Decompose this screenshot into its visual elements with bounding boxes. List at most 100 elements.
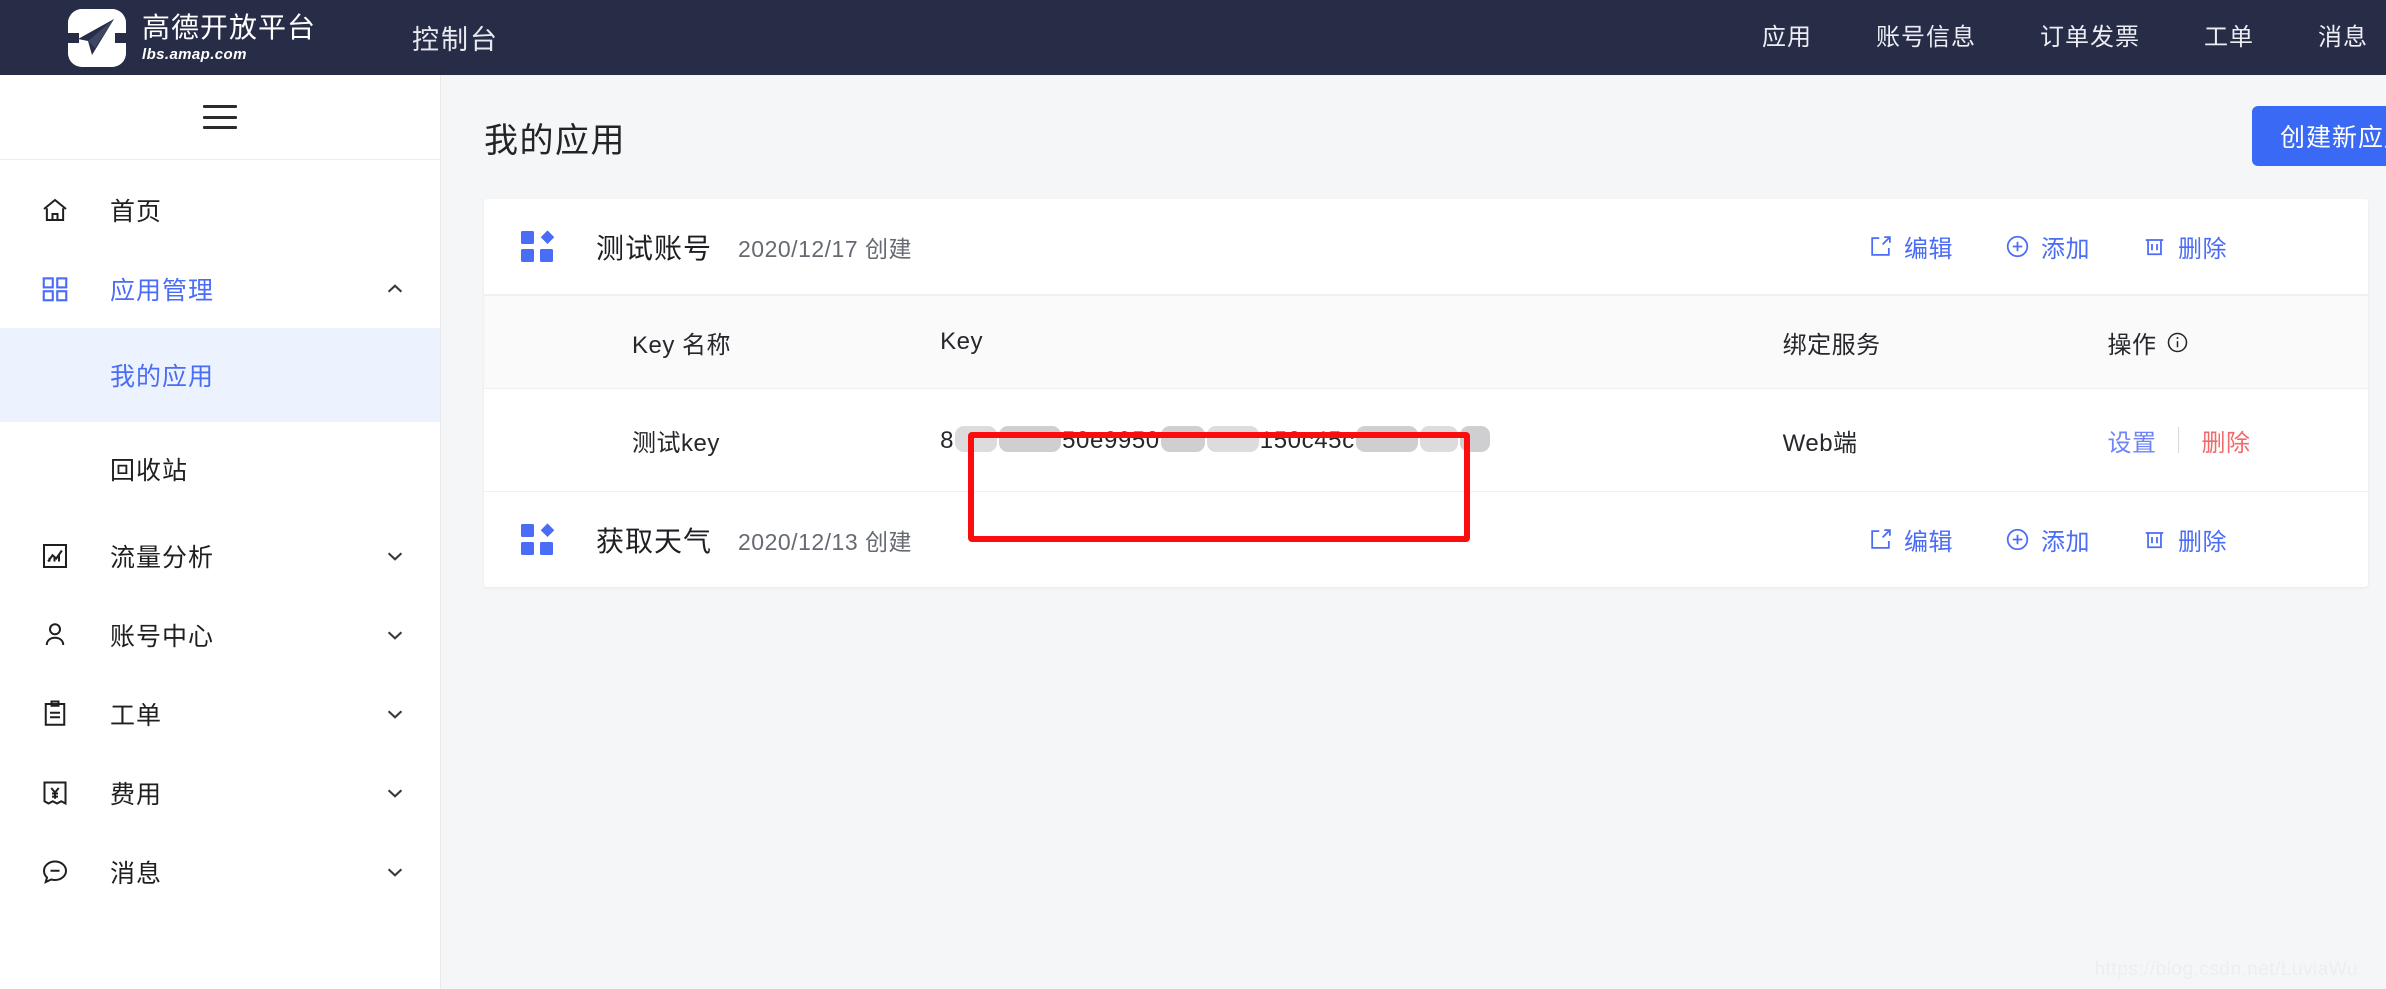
sidebar-item-my-apps[interactable]: 我的应用 (0, 328, 440, 422)
home-icon (38, 193, 72, 227)
key-name-value: 测试key (632, 429, 720, 457)
column-label: Key 名称 (632, 331, 732, 359)
app-row[interactable]: 获取天气 2020/12/13 创建 编辑 添加 删除 (484, 491, 2368, 587)
app-created-date: 2020/12/13 创建 (738, 528, 913, 555)
column-label-wrapper: 操作 (2107, 325, 2368, 360)
no-arrow (384, 199, 406, 221)
page-title: 我的应用 (484, 121, 626, 160)
brand-text: 高德开放平台 lbs.amap.com (142, 11, 317, 63)
cell-key-value: 8 50e9950 150c45c (906, 425, 1762, 455)
message-icon (38, 855, 72, 889)
chevron-down-icon[interactable] (384, 703, 406, 725)
bind-service-value: Web端 (1782, 429, 1858, 457)
action-label: 添加 (2041, 236, 2090, 263)
sidebar-subitem-label: 回收站 (110, 457, 189, 485)
edit-app-button[interactable]: 编辑 (1868, 522, 1953, 557)
sidebar-item-label: 流量分析 (110, 543, 215, 572)
redaction-block (1355, 425, 1418, 452)
plus-circle-icon (2005, 527, 2030, 552)
row-action-links: 设置 删除 (2107, 423, 2368, 458)
sidebar-item-home[interactable]: 首页 (0, 170, 440, 249)
trash-icon (2142, 527, 2167, 552)
sidebar-item-work-orders[interactable]: 工单 (0, 674, 440, 753)
top-nav-items: 应用 账号信息 订单发票 工单 消息 (1730, 0, 2386, 75)
delete-app-button[interactable]: 删除 (2142, 522, 2227, 557)
action-label: 编辑 (1904, 529, 1953, 556)
edit-square-icon (1868, 527, 1893, 552)
brand-logo[interactable]: 高德开放平台 lbs.amap.com (68, 8, 317, 67)
edit-app-button[interactable]: 编辑 (1868, 229, 1953, 264)
brand-title: 高德开放平台 (142, 11, 317, 43)
topnav-item-invoice[interactable]: 订单发票 (2008, 0, 2172, 75)
page-header: 我的应用 创建新应用 (442, 75, 2386, 199)
key-table-header: Key 名称 Key 绑定服务 操作 (484, 295, 2368, 389)
sidebar-item-label: 费用 (110, 780, 163, 809)
info-circle-icon[interactable] (2166, 331, 2189, 354)
topnav-item-apps[interactable]: 应用 (1730, 0, 1844, 75)
add-key-button[interactable]: 添加 (2005, 522, 2090, 557)
sidebar-item-billing[interactable]: 费用 (0, 753, 440, 832)
key-visible-part-1: 50e9950 (1062, 426, 1160, 454)
sidebar-item-label: 账号中心 (110, 622, 215, 651)
sidebar-item-app-management[interactable]: 应用管理 (0, 249, 440, 328)
console-label[interactable]: 控制台 (412, 18, 499, 57)
action-divider (2178, 427, 2180, 453)
cell-operations: 设置 删除 (2103, 423, 2368, 458)
hamburger-menu-icon[interactable] (203, 105, 237, 129)
column-header-key-name: Key 名称 (484, 325, 906, 360)
app-actions: 编辑 添加 删除 (1808, 229, 2368, 264)
sidebar-subitem-label: 我的应用 (110, 363, 215, 391)
column-header-bind-service: 绑定服务 (1763, 325, 2104, 360)
clipboard-icon (38, 697, 72, 731)
add-key-button[interactable]: 添加 (2005, 229, 2090, 264)
sidebar-item-recycle-bin[interactable]: 回收站 (0, 422, 440, 516)
sidebar-item-label: 应用管理 (110, 276, 215, 305)
sidebar-item-traffic-analysis[interactable]: 流量分析 (0, 516, 440, 595)
redaction-block (999, 425, 1062, 452)
sidebar: 首页 应用管理 我的应用 回收站 流量分析 账号中心 工单 费用 消息 (0, 75, 441, 989)
app-name: 获取天气 (596, 525, 713, 557)
sidebar-header (0, 75, 440, 160)
sidebar-item-account-center[interactable]: 账号中心 (0, 595, 440, 674)
chevron-down-icon[interactable] (384, 861, 406, 883)
delete-app-button[interactable]: 删除 (2142, 229, 2227, 264)
redaction-block (1459, 425, 1490, 452)
key-visible-part-2: 150c45c (1259, 426, 1355, 454)
action-label: 添加 (2041, 529, 2090, 556)
redaction-block (1206, 425, 1259, 452)
sidebar-item-messages[interactable]: 消息 (0, 832, 440, 911)
amap-paper-plane-logo-icon (68, 8, 126, 67)
app-grid-icon (520, 229, 556, 265)
redaction-block (1160, 425, 1205, 452)
sidebar-nav: 首页 应用管理 我的应用 回收站 流量分析 账号中心 工单 费用 消息 (0, 160, 440, 911)
apps-card: 测试账号 2020/12/17 创建 编辑 添加 删除 Key 名称 Key 绑… (484, 199, 2368, 587)
app-row[interactable]: 测试账号 2020/12/17 创建 编辑 添加 删除 (484, 199, 2368, 295)
watermark: https://blog.csdn.net/LuviaWu (2094, 959, 2358, 980)
brand-subtitle: lbs.amap.com (142, 45, 247, 63)
key-delete-link[interactable]: 删除 (2201, 423, 2250, 458)
chevron-down-icon[interactable] (384, 545, 406, 567)
cell-bind-service: Web端 (1763, 423, 2104, 458)
yen-bill-icon (38, 776, 72, 810)
user-icon (38, 618, 72, 652)
trash-icon (2142, 234, 2167, 259)
action-label: 删除 (2178, 529, 2227, 556)
apps-grid-icon (38, 272, 72, 306)
chevron-down-icon[interactable] (384, 624, 406, 646)
chevron-up-icon[interactable] (384, 278, 406, 300)
redaction-block (955, 425, 998, 452)
key-settings-link[interactable]: 设置 (2107, 423, 2156, 458)
app-actions: 编辑 添加 删除 (1808, 522, 2368, 557)
sidebar-item-label: 工单 (110, 701, 163, 730)
topnav-item-messages[interactable]: 消息 (2286, 0, 2368, 75)
action-label: 编辑 (1904, 236, 1953, 263)
key-value-masked: 8 50e9950 150c45c (940, 425, 1491, 455)
create-app-button[interactable]: 创建新应用 (2251, 106, 2386, 166)
column-header-operations: 操作 (2103, 325, 2368, 360)
app-root: 高德开放平台 lbs.amap.com 控制台 应用 账号信息 订单发票 工单 … (0, 0, 2386, 989)
topnav-item-account[interactable]: 账号信息 (1844, 0, 2008, 75)
sidebar-item-label: 消息 (110, 859, 163, 888)
chevron-down-icon[interactable] (384, 782, 406, 804)
action-label: 删除 (2178, 236, 2227, 263)
topnav-item-tickets[interactable]: 工单 (2172, 0, 2286, 75)
